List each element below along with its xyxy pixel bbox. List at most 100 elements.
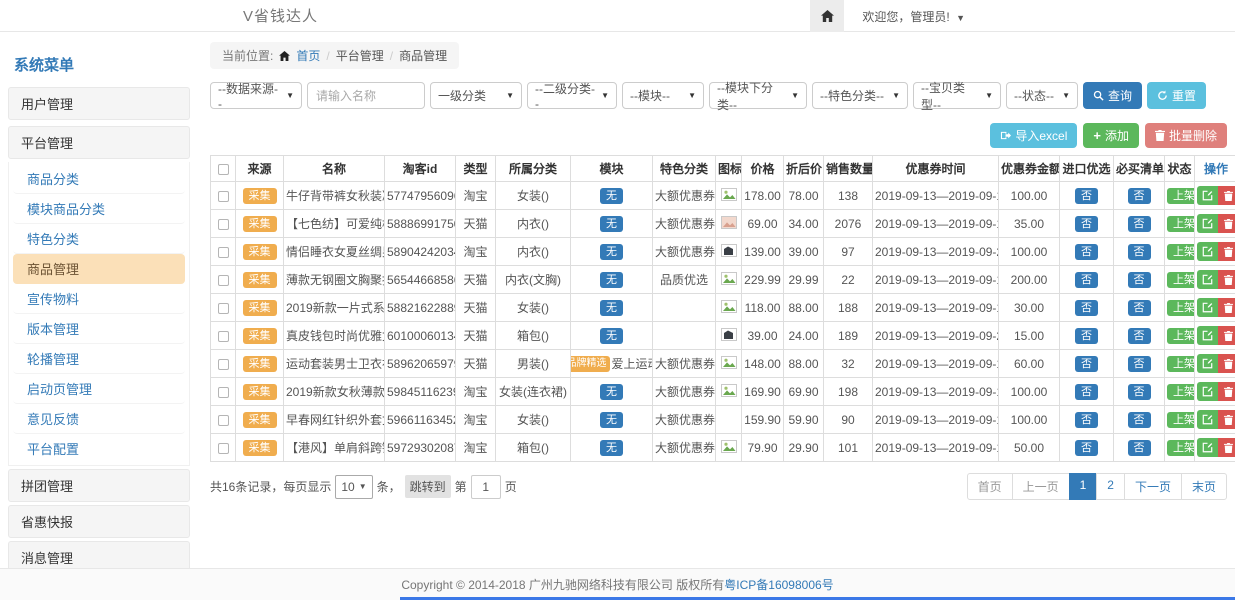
must-buy-no-badge[interactable]: 否 — [1128, 440, 1151, 456]
sidebar-subitem-宣传物料[interactable]: 宣传物料 — [13, 284, 185, 314]
delete-button[interactable] — [1218, 326, 1235, 345]
delete-button[interactable] — [1218, 270, 1235, 289]
search-button[interactable]: 查询 — [1083, 82, 1142, 109]
delete-button[interactable] — [1218, 214, 1235, 233]
sidebar-group-拼团管理[interactable]: 拼团管理 — [8, 469, 190, 502]
must-buy-no-badge[interactable]: 否 — [1128, 356, 1151, 372]
row-checkbox[interactable] — [218, 247, 229, 258]
select-all-checkbox[interactable] — [218, 164, 229, 175]
sidebar-group-省惠快报[interactable]: 省惠快报 — [8, 505, 190, 538]
must-buy-no-badge[interactable]: 否 — [1128, 412, 1151, 428]
import-no-badge[interactable]: 否 — [1075, 440, 1098, 456]
icp-link[interactable]: 粤ICP备16098006号 — [724, 576, 833, 593]
must-buy-no-badge[interactable]: 否 — [1128, 188, 1151, 204]
delete-button[interactable] — [1218, 242, 1235, 261]
status-on-badge[interactable]: 上架 — [1167, 440, 1195, 456]
import-excel-button[interactable]: 导入excel — [990, 123, 1077, 148]
status-on-badge[interactable]: 上架 — [1167, 328, 1195, 344]
pager-button-首页[interactable]: 首页 — [967, 473, 1013, 500]
page-number-input[interactable] — [471, 475, 501, 499]
edit-button[interactable] — [1197, 438, 1218, 457]
filter-input-name[interactable] — [307, 82, 425, 109]
filter-select-item-type[interactable]: --宝贝类型--▼ — [913, 82, 1001, 109]
status-on-badge[interactable]: 上架 — [1167, 272, 1195, 288]
per-page-select[interactable]: 10▼ — [335, 475, 372, 499]
filter-select-data-source[interactable]: --数据来源--▼ — [210, 82, 302, 109]
status-on-badge[interactable]: 上架 — [1167, 384, 1195, 400]
sidebar-subitem-意见反馈[interactable]: 意见反馈 — [13, 404, 185, 434]
edit-button[interactable] — [1197, 410, 1218, 429]
edit-button[interactable] — [1197, 242, 1218, 261]
add-button[interactable]: + 添加 — [1083, 123, 1139, 148]
filter-select-level1-category[interactable]: 一级分类▼ — [430, 82, 522, 109]
must-buy-no-badge[interactable]: 否 — [1128, 272, 1151, 288]
sidebar-subitem-模块商品分类[interactable]: 模块商品分类 — [13, 194, 185, 224]
filter-select-feature-category[interactable]: --特色分类--▼ — [812, 82, 908, 109]
status-on-badge[interactable]: 上架 — [1167, 356, 1195, 372]
import-no-badge[interactable]: 否 — [1075, 300, 1098, 316]
sidebar-subitem-版本管理[interactable]: 版本管理 — [13, 314, 185, 344]
edit-button[interactable] — [1197, 326, 1218, 345]
must-buy-no-badge[interactable]: 否 — [1128, 216, 1151, 232]
batch-delete-button[interactable]: 批量删除 — [1145, 123, 1227, 148]
row-checkbox[interactable] — [218, 415, 229, 426]
import-no-badge[interactable]: 否 — [1075, 188, 1098, 204]
edit-button[interactable] — [1197, 186, 1218, 205]
import-no-badge[interactable]: 否 — [1075, 384, 1098, 400]
delete-button[interactable] — [1218, 438, 1235, 457]
row-checkbox[interactable] — [218, 191, 229, 202]
sidebar-subitem-商品管理[interactable]: 商品管理 — [13, 254, 185, 284]
delete-button[interactable] — [1218, 354, 1235, 373]
home-button[interactable] — [810, 0, 844, 32]
import-no-badge[interactable]: 否 — [1075, 328, 1098, 344]
status-on-badge[interactable]: 上架 — [1167, 412, 1195, 428]
row-checkbox[interactable] — [218, 359, 229, 370]
pager-button-末页[interactable]: 末页 — [1181, 473, 1227, 500]
import-no-badge[interactable]: 否 — [1075, 216, 1098, 232]
sidebar-group-users[interactable]: 用户管理 — [8, 87, 190, 120]
must-buy-no-badge[interactable]: 否 — [1128, 244, 1151, 260]
filter-select-level2-category[interactable]: --二级分类--▼ — [527, 82, 617, 109]
must-buy-no-badge[interactable]: 否 — [1128, 300, 1151, 316]
sidebar-subitem-商品分类[interactable]: 商品分类 — [13, 164, 185, 194]
edit-button[interactable] — [1197, 354, 1218, 373]
row-checkbox[interactable] — [218, 275, 229, 286]
status-on-badge[interactable]: 上架 — [1167, 244, 1195, 260]
edit-button[interactable] — [1197, 298, 1218, 317]
sidebar-subitem-启动页管理[interactable]: 启动页管理 — [13, 374, 185, 404]
must-buy-no-badge[interactable]: 否 — [1128, 384, 1151, 400]
delete-button[interactable] — [1218, 298, 1235, 317]
status-on-badge[interactable]: 上架 — [1167, 216, 1195, 232]
delete-button[interactable] — [1218, 410, 1235, 429]
sidebar-subitem-特色分类[interactable]: 特色分类 — [13, 224, 185, 254]
filter-select-status[interactable]: --状态--▼ — [1006, 82, 1078, 109]
edit-button[interactable] — [1197, 214, 1218, 233]
row-checkbox[interactable] — [218, 303, 229, 314]
row-checkbox[interactable] — [218, 443, 229, 454]
sidebar-subitem-轮播管理[interactable]: 轮播管理 — [13, 344, 185, 374]
import-no-badge[interactable]: 否 — [1075, 244, 1098, 260]
pager-button-1[interactable]: 1 — [1069, 473, 1098, 500]
row-checkbox[interactable] — [218, 387, 229, 398]
user-menu[interactable]: 欢迎您，管理员! ▼ — [862, 8, 965, 25]
reset-button[interactable]: 重置 — [1147, 82, 1206, 109]
import-no-badge[interactable]: 否 — [1075, 356, 1098, 372]
breadcrumb-home-link[interactable]: 首页 — [296, 47, 320, 64]
filter-select-module-sub-category[interactable]: --模块下分类--▼ — [709, 82, 807, 109]
filter-select-module[interactable]: --模块--▼ — [622, 82, 704, 109]
import-no-badge[interactable]: 否 — [1075, 412, 1098, 428]
row-checkbox[interactable] — [218, 331, 229, 342]
status-on-badge[interactable]: 上架 — [1167, 188, 1195, 204]
edit-button[interactable] — [1197, 270, 1218, 289]
pager-button-上一页[interactable]: 上一页 — [1012, 473, 1070, 500]
import-no-badge[interactable]: 否 — [1075, 272, 1098, 288]
delete-button[interactable] — [1218, 186, 1235, 205]
pager-button-2[interactable]: 2 — [1096, 473, 1125, 500]
delete-button[interactable] — [1218, 382, 1235, 401]
must-buy-no-badge[interactable]: 否 — [1128, 328, 1151, 344]
pager-button-下一页[interactable]: 下一页 — [1124, 473, 1182, 500]
sidebar-subitem-平台配置[interactable]: 平台配置 — [13, 434, 185, 463]
edit-button[interactable] — [1197, 382, 1218, 401]
row-checkbox[interactable] — [218, 219, 229, 230]
sidebar-group-platform[interactable]: 平台管理 — [8, 126, 190, 159]
